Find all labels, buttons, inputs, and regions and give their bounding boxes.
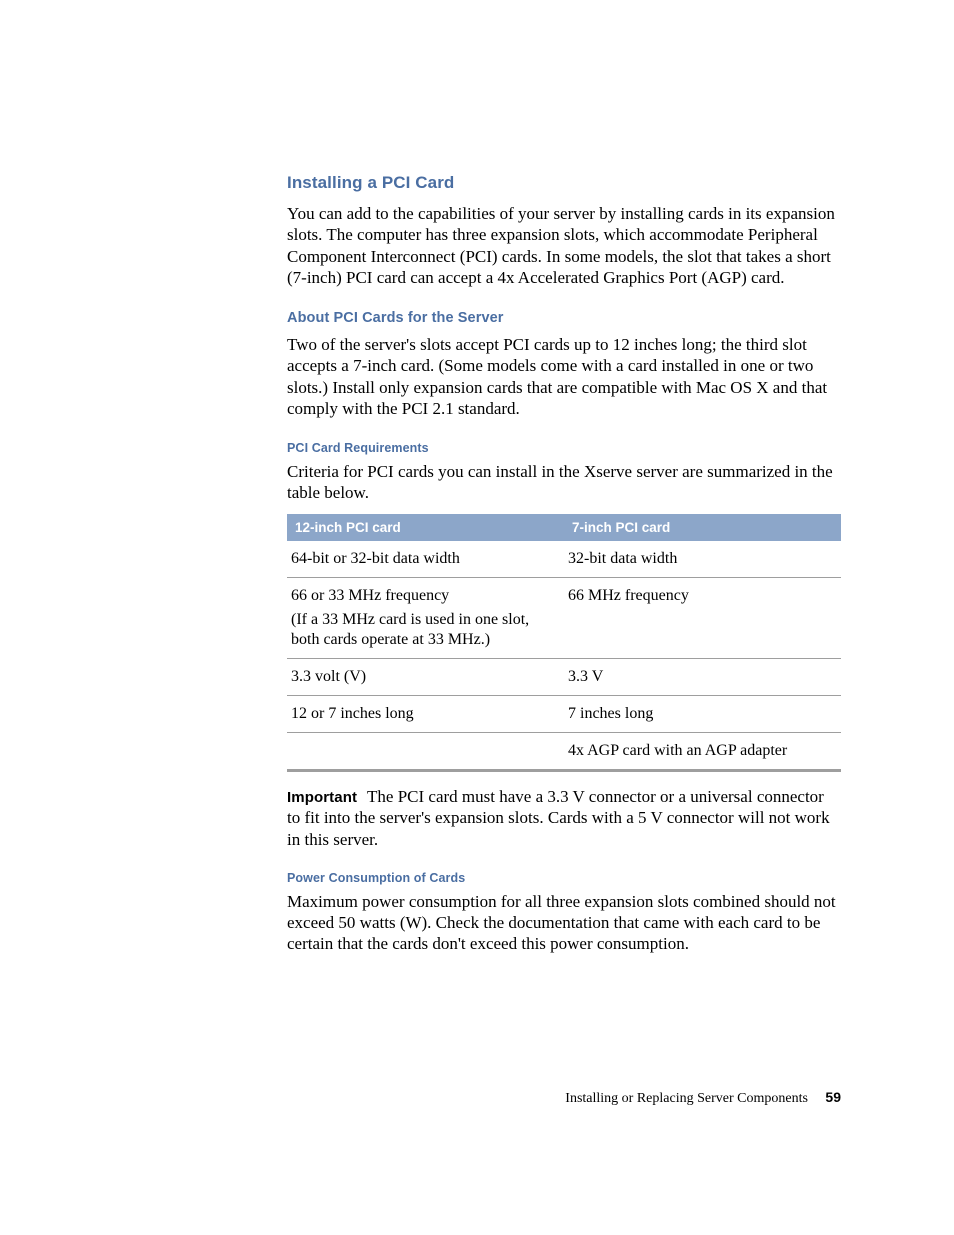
important-note: Important The PCI card must have a 3.3 V… (287, 786, 841, 851)
table-row: 64-bit or 32-bit data width 32-bit data … (287, 541, 841, 578)
table-cell: 12 or 7 inches long (287, 695, 564, 732)
heading-installing-pci: Installing a PCI Card (287, 173, 841, 193)
paragraph-intro: You can add to the capabilities of your … (287, 203, 841, 288)
table-cell: 32-bit data width (564, 541, 841, 578)
table-cell: 66 or 33 MHz frequency (If a 33 MHz card… (287, 577, 564, 658)
requirements-table: 12-inch PCI card 7-inch PCI card 64-bit … (287, 514, 841, 772)
table-cell: 66 MHz frequency (564, 577, 841, 658)
table-cell: 3.3 volt (V) (287, 658, 564, 695)
important-label: Important (287, 789, 357, 806)
document-page: Installing a PCI Card You can add to the… (0, 0, 954, 1235)
paragraph-about: Two of the server's slots accept PCI car… (287, 334, 841, 419)
table-cell: 3.3 V (564, 658, 841, 695)
heading-requirements: PCI Card Requirements (287, 441, 841, 455)
heading-about-pci: About PCI Cards for the Server (287, 310, 841, 326)
paragraph-power: Maximum power consumption for all three … (287, 891, 841, 955)
table-header-7inch: 7-inch PCI card (564, 514, 841, 541)
page-footer: Installing or Replacing Server Component… (565, 1089, 841, 1107)
heading-power-consumption: Power Consumption of Cards (287, 871, 841, 885)
footer-chapter-title: Installing or Replacing Server Component… (565, 1091, 808, 1106)
table-cell (287, 732, 564, 770)
footer-page-number: 59 (825, 1089, 841, 1105)
table-cell: 64-bit or 32-bit data width (287, 541, 564, 578)
table-header-12inch: 12-inch PCI card (287, 514, 564, 541)
table-cell: 7 inches long (564, 695, 841, 732)
table-row: 4x AGP card with an AGP adapter (287, 732, 841, 770)
table-row: 3.3 volt (V) 3.3 V (287, 658, 841, 695)
table-cell: 4x AGP card with an AGP adapter (564, 732, 841, 770)
important-text: The PCI card must have a 3.3 V connector… (287, 787, 830, 850)
table-row: 12 or 7 inches long 7 inches long (287, 695, 841, 732)
paragraph-criteria: Criteria for PCI cards you can install i… (287, 461, 841, 504)
table-row: 66 or 33 MHz frequency (If a 33 MHz card… (287, 577, 841, 658)
